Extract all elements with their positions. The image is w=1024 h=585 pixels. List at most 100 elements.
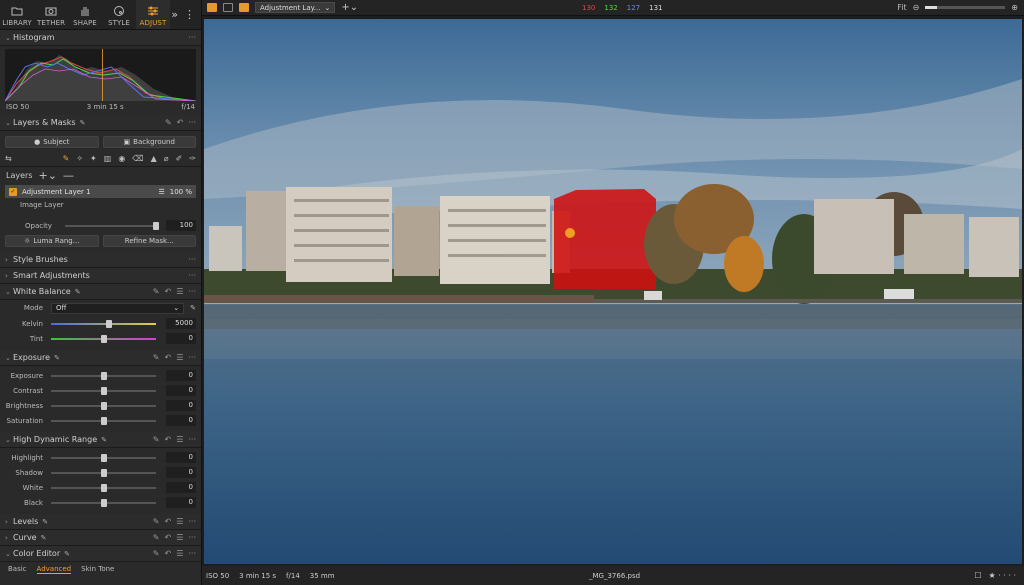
mask-view-icon[interactable] [239, 3, 249, 12]
kelvin-slider[interactable] [51, 319, 156, 328]
image-layer-row[interactable]: Image Layer [0, 199, 201, 212]
tab-advanced[interactable]: Advanced [36, 565, 72, 574]
curve-header[interactable]: › Curve ✎ ✎ ↶ ☰ ··· [0, 530, 201, 546]
slider-track[interactable] [51, 483, 156, 492]
slider-value[interactable]: 0 [166, 370, 196, 381]
reset-icon[interactable]: ↶ [164, 435, 171, 444]
slider-knob[interactable] [100, 483, 107, 492]
pipette-icon[interactable]: ✎ [153, 517, 160, 526]
swap-icon[interactable]: ⇆ [5, 154, 12, 163]
hdr-header[interactable]: ⌄ High Dynamic Range ✎ ✎ ↶ ☰ ··· [0, 432, 201, 448]
layer-visible-checkbox[interactable]: ✓ [9, 187, 17, 196]
slider-value[interactable]: 0 [166, 385, 196, 396]
slider-track[interactable] [51, 498, 156, 507]
more-icon[interactable]: ··· [188, 533, 196, 542]
opacity-value[interactable]: 100 [166, 220, 196, 231]
erase-mask-icon[interactable]: ⌀ [164, 154, 169, 163]
radial-gradient-icon[interactable]: ◉ [118, 154, 125, 163]
reset-icon[interactable]: ↶ [164, 353, 171, 362]
slider-knob[interactable] [100, 416, 107, 425]
magic-wand-icon[interactable]: ✦ [90, 154, 97, 163]
reset-icon[interactable]: ↶ [164, 533, 171, 542]
menu-icon[interactable]: ☰ [176, 287, 183, 296]
zoom-slider[interactable] [925, 6, 1006, 9]
menu-icon[interactable]: ☰ [176, 517, 183, 526]
levels-header[interactable]: › Levels ✎ ✎ ↶ ☰ ··· [0, 514, 201, 530]
menu-icon[interactable]: ☰ [176, 435, 183, 444]
opacity-slider-knob[interactable] [153, 221, 159, 230]
zoom-in-icon[interactable]: ⊕ [1011, 3, 1018, 12]
color-editor-header[interactable]: ⌄ Color Editor ✎ ✎ ↶ ☰ ··· [0, 546, 201, 562]
kelvin-value[interactable]: 5000 [166, 318, 196, 329]
white-balance-header[interactable]: ⌄ White Balance ✎ ✎ ↶ ☰ ··· [0, 284, 201, 300]
slider-track[interactable] [51, 468, 156, 477]
slider-knob[interactable] [100, 453, 107, 462]
auto-mask-icon[interactable]: ✑ [189, 154, 196, 163]
slider-knob[interactable] [100, 401, 107, 410]
tint-value[interactable]: 0 [166, 333, 196, 344]
slider-knob[interactable] [100, 468, 107, 477]
select-checkbox-icon[interactable]: ☐ [974, 571, 981, 580]
slider-knob[interactable] [100, 371, 107, 380]
background-button[interactable]: ▣ Background [102, 136, 196, 148]
reset-icon[interactable]: ↶ [164, 517, 171, 526]
opacity-slider[interactable] [65, 221, 159, 230]
slider-knob[interactable] [100, 498, 107, 507]
brush-icon[interactable]: ✎ [63, 154, 70, 163]
more-icon[interactable]: ··· [188, 435, 196, 444]
image-viewer[interactable] [204, 19, 1022, 564]
layer-row[interactable]: ✓ Adjustment Layer 1 ☰ 100 % [5, 185, 196, 198]
tint-slider[interactable] [51, 334, 156, 343]
tab-tether[interactable]: TETHER [34, 0, 68, 29]
more-tabs-icon[interactable]: » [171, 8, 178, 21]
pipette-icon[interactable]: ✎ [153, 435, 160, 444]
reset-icon[interactable]: ↶ [164, 287, 171, 296]
tint-slider-knob[interactable] [100, 334, 107, 343]
refine-mask-button[interactable]: Refine Mask... [102, 235, 196, 247]
linear-gradient-icon[interactable]: ▥ [104, 154, 112, 163]
more-icon[interactable]: ··· [188, 118, 196, 127]
slider-value[interactable]: 0 [166, 497, 196, 508]
subject-button[interactable]: ● Subject [5, 136, 99, 148]
fill-icon[interactable]: ▲ [151, 154, 157, 163]
magic-brush-icon[interactable]: ✧ [76, 154, 83, 163]
more-icon[interactable]: ··· [188, 287, 196, 296]
slider-track[interactable] [51, 416, 156, 425]
layers-masks-header[interactable]: ⌄ Layers & Masks ✎ ✎ ↶ ··· [0, 115, 201, 131]
pipette-icon[interactable]: ✎ [153, 353, 160, 362]
zoom-out-icon[interactable]: ⊖ [913, 3, 920, 12]
eraser-icon[interactable]: ⌫ [132, 154, 143, 163]
style-brushes-header[interactable]: › Style Brushes ··· [0, 252, 201, 268]
tab-adjust[interactable]: ADJUST [136, 0, 170, 29]
slider-value[interactable]: 0 [166, 400, 196, 411]
exposure-header[interactable]: ⌄ Exposure ✎ ✎ ↶ ☰ ··· [0, 350, 201, 366]
tab-skin-tone[interactable]: Skin Tone [81, 565, 114, 574]
reset-icon[interactable]: ↶ [164, 549, 171, 558]
pipette-icon[interactable]: ✎ [153, 287, 160, 296]
tab-menu-icon[interactable]: ⋮ [184, 8, 195, 21]
menu-icon[interactable]: ☰ [176, 549, 183, 558]
more-icon[interactable]: ··· [188, 353, 196, 362]
slider-value[interactable]: 0 [166, 467, 196, 478]
single-view-icon[interactable] [223, 3, 233, 12]
slider-knob[interactable] [100, 386, 107, 395]
slider-track[interactable] [51, 371, 156, 380]
tab-shape[interactable]: SHAPE [68, 0, 102, 29]
pipette-icon[interactable]: ✎ [153, 533, 160, 542]
slider-track[interactable] [51, 401, 156, 410]
menu-icon[interactable]: ☰ [176, 353, 183, 362]
kelvin-slider-knob[interactable] [105, 319, 112, 328]
pipette-icon[interactable]: ✎ [153, 549, 160, 558]
slider-track[interactable] [51, 453, 156, 462]
more-icon[interactable]: ··· [188, 549, 196, 558]
more-icon[interactable]: ··· [188, 33, 196, 42]
tab-style[interactable]: STYLE [102, 0, 136, 29]
reset-icon[interactable]: ↶ [177, 118, 184, 127]
add-icon[interactable]: +⌄ [341, 2, 358, 13]
add-layer-icon[interactable]: +⌄ [38, 169, 56, 182]
slider-value[interactable]: 0 [166, 452, 196, 463]
remove-layer-icon[interactable]: — [63, 169, 74, 182]
more-icon[interactable]: ··· [188, 271, 196, 280]
more-icon[interactable]: ··· [188, 255, 196, 264]
more-icon[interactable]: ··· [188, 517, 196, 526]
